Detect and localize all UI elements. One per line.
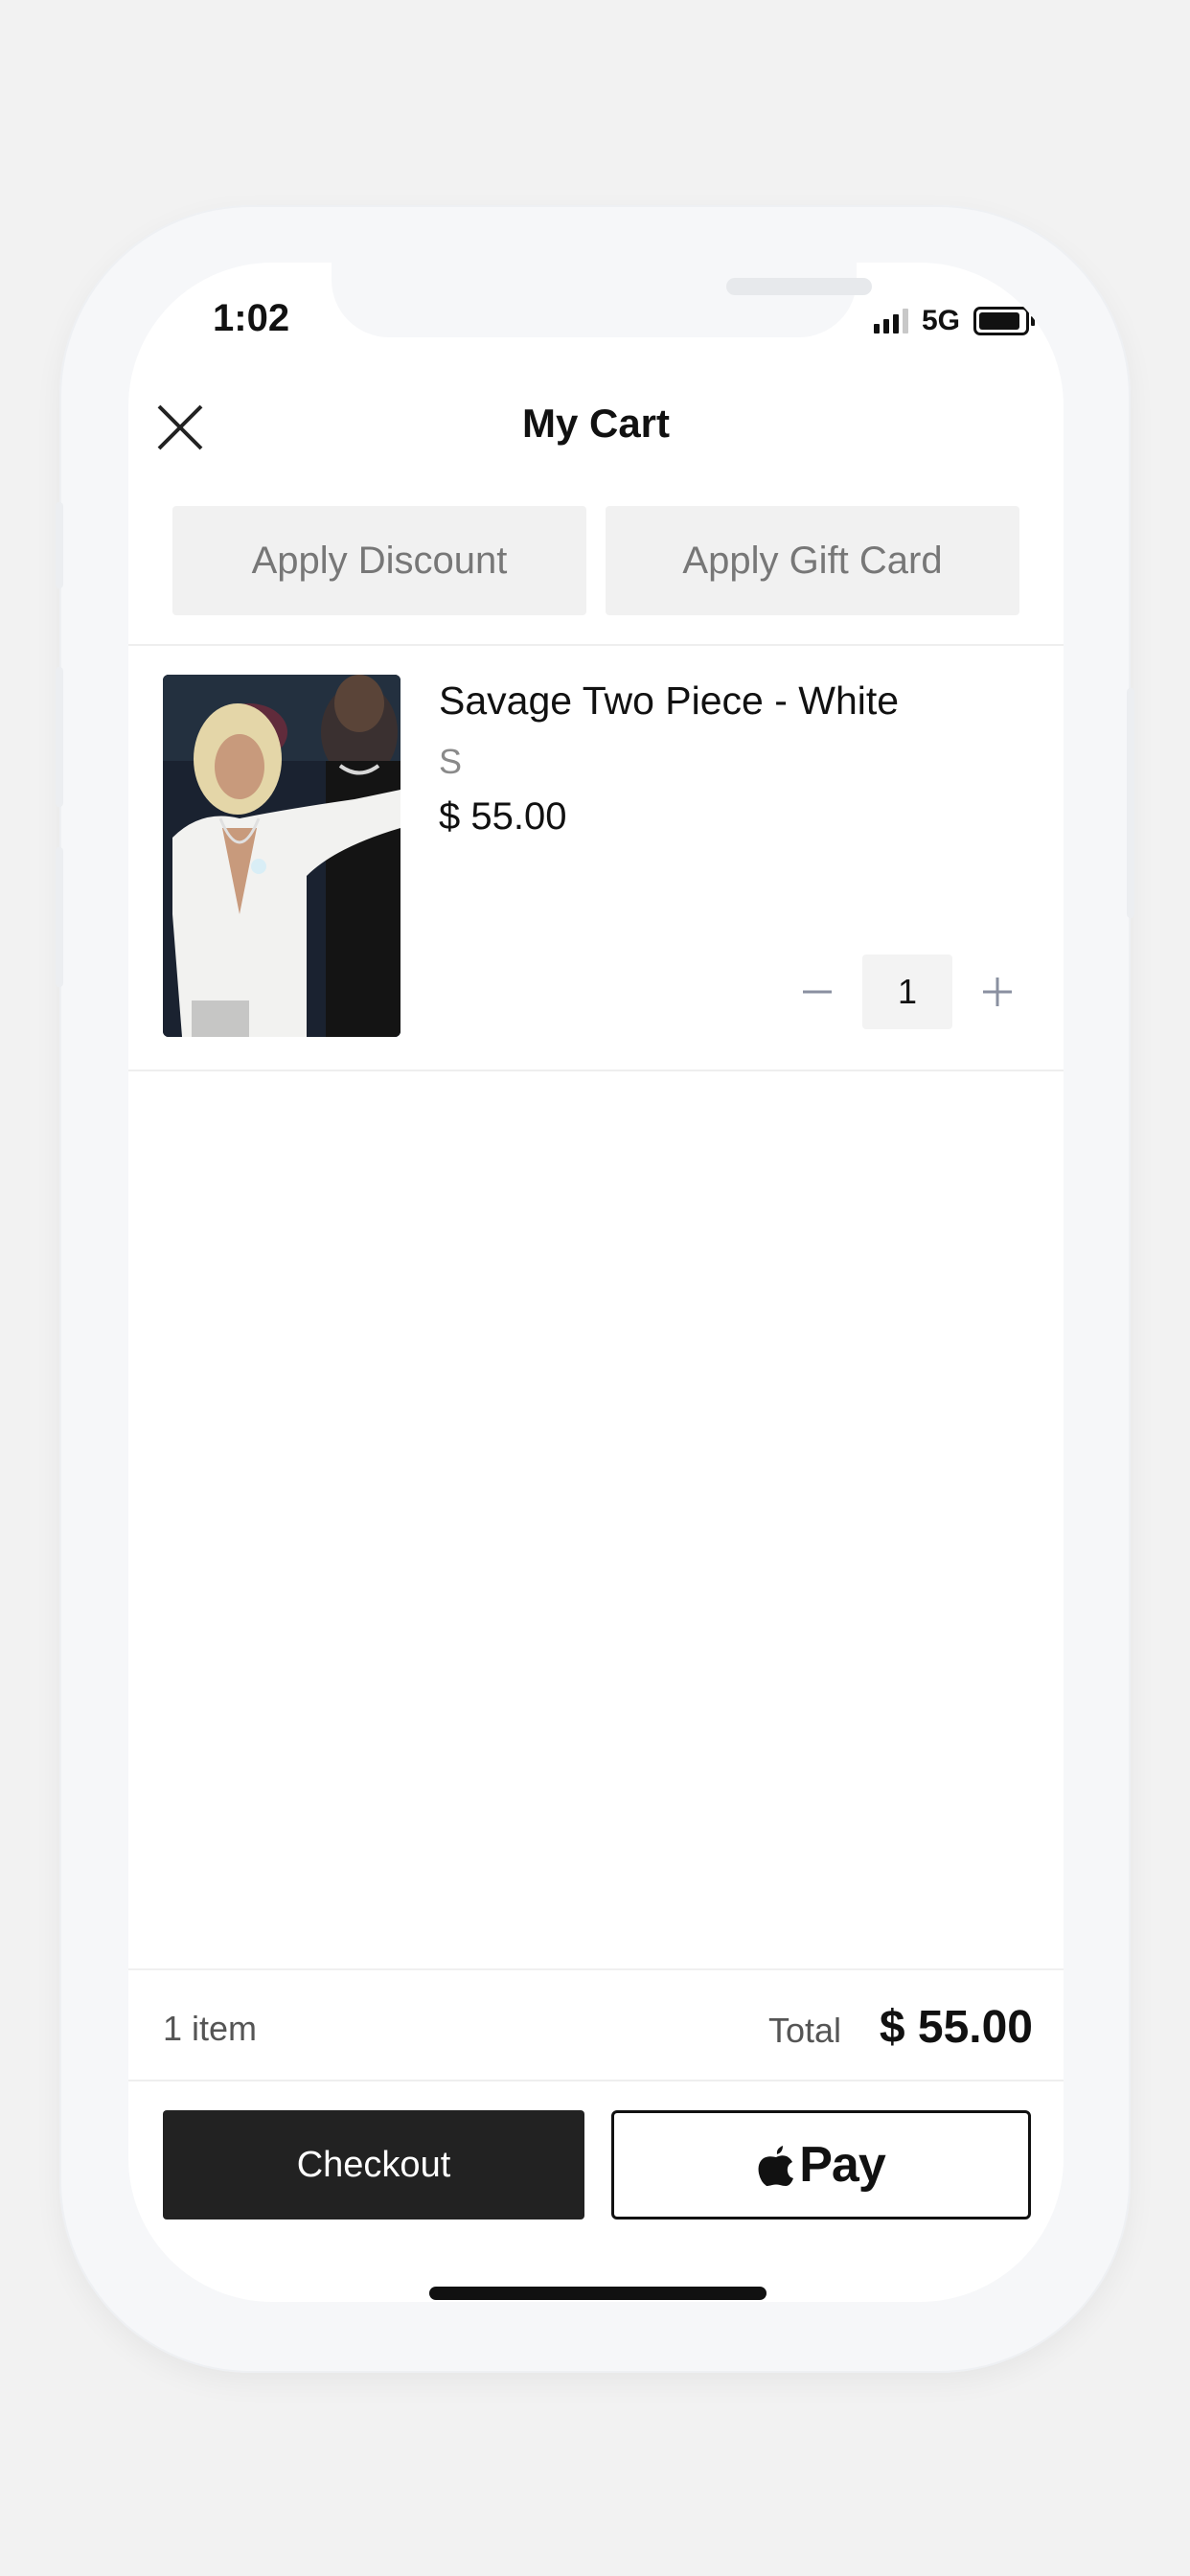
product-price: $ 55.00 — [439, 795, 567, 838]
home-indicator[interactable] — [429, 2287, 767, 2300]
total-value: $ 55.00 — [879, 2002, 1033, 2053]
status-time: 1:02 — [213, 297, 290, 339]
item-count: 1 item — [163, 2009, 258, 2048]
product-size: S — [439, 742, 463, 781]
order-summary: 1 item Total $ 55.00 — [128, 1968, 1064, 2080]
power-button — [1127, 688, 1134, 918]
volume-down-button — [56, 847, 63, 987]
page-title: My Cart — [521, 401, 671, 446]
mute-switch — [56, 502, 63, 588]
status-indicators: 5G — [873, 305, 1035, 337]
apple-pay-button[interactable]: Pay — [611, 2110, 1031, 2220]
minus-icon — [803, 990, 832, 994]
checkout-button[interactable]: Checkout — [163, 2110, 584, 2220]
volume-up-button — [56, 667, 63, 807]
phone-frame: 1:02 5G My Cart Apply Discount Apply Gif… — [56, 205, 1134, 2373]
product-image[interactable] — [163, 675, 400, 1037]
speaker — [726, 278, 872, 295]
quantity-stepper: 1 — [780, 954, 1035, 1029]
decrease-quantity-button[interactable] — [780, 954, 855, 1029]
divider — [128, 1070, 1064, 1071]
screen: 1:02 5G My Cart Apply Discount Apply Gif… — [128, 263, 1064, 2302]
battery-icon — [973, 307, 1035, 335]
apply-discount-button[interactable]: Apply Discount — [172, 506, 586, 615]
product-name[interactable]: Savage Two Piece - White — [439, 678, 899, 724]
signal-icon — [873, 309, 908, 334]
product-photo — [163, 675, 400, 1037]
notch — [332, 263, 872, 337]
divider — [128, 644, 1064, 646]
increase-quantity-button[interactable] — [960, 954, 1035, 1029]
apple-pay-label: Pay — [799, 2137, 886, 2193]
apple-icon — [758, 2146, 794, 2186]
plus-icon — [983, 978, 1012, 1006]
total-label: Total — [767, 2011, 841, 2050]
cart-actions: Apply Discount Apply Gift Card — [172, 506, 1019, 615]
quantity-value[interactable]: 1 — [862, 954, 952, 1029]
apply-gift-card-button[interactable]: Apply Gift Card — [606, 506, 1019, 615]
network-label: 5G — [921, 305, 960, 336]
divider — [128, 2080, 1064, 2082]
